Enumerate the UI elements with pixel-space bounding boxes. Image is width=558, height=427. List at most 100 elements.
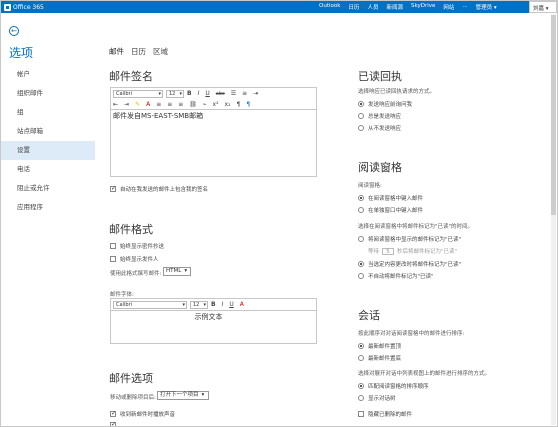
sidebar-item-groups[interactable]: 组 [1, 103, 95, 122]
compose-format-select[interactable]: HTML ▾ [163, 267, 191, 276]
show-tree-radio[interactable] [358, 395, 364, 401]
match-pane-radio[interactable] [358, 383, 364, 389]
options-page: Office 365 Outlook 日历 人员 新闻源 SkyDrive 网站… [0, 0, 558, 427]
newest-top-row[interactable]: 最新邮件置顶 [358, 342, 401, 350]
signature-editor[interactable]: 邮件发自MS-EAST-SMB邮箱 [110, 109, 317, 177]
indent-icon[interactable]: ⇥ [124, 101, 129, 108]
show-bcc-row[interactable]: 始终显示密件抄送 [110, 242, 164, 250]
indent-icon[interactable]: ⇥ [253, 90, 258, 97]
mark-displayed-radio[interactable] [358, 236, 364, 242]
office365-logo[interactable]: Office 365 [4, 3, 44, 11]
newest-bottom-radio[interactable] [358, 355, 364, 361]
nav-calendar[interactable]: 日历 [348, 3, 359, 11]
sidebar-item-settings[interactable]: 设置 [1, 141, 95, 160]
partial-checkbox[interactable] [110, 421, 116, 426]
show-bcc-checkbox[interactable] [110, 243, 116, 249]
hide-deleted-row[interactable]: 隐藏已删除的邮件 [358, 410, 412, 418]
play-sound-checkbox[interactable] [110, 410, 116, 417]
chevron-down-icon: ▾ [201, 392, 205, 398]
mark-change-radio[interactable] [358, 261, 364, 267]
play-sound-row[interactable]: 收到新邮件时播放声音 [110, 410, 175, 418]
signature-font-select[interactable]: Calibri [113, 89, 163, 98]
ltr-icon[interactable]: ¶ [236, 101, 240, 108]
bold-icon[interactable]: B [211, 301, 216, 308]
unlink-icon[interactable]: ⌁ [203, 101, 207, 108]
highlight-icon[interactable]: ✎ [135, 101, 140, 108]
nav-newsfeed[interactable]: 新闻源 [386, 3, 403, 11]
receipt-always-radio[interactable] [358, 113, 364, 119]
mark-never-radio[interactable] [358, 273, 364, 279]
nav-admin[interactable]: 管理员 ▾ [476, 3, 497, 11]
mark-displayed-row[interactable]: 将阅读窗格中显示的邮件标记为"已读" [358, 235, 461, 243]
receipt-never-row[interactable]: 从不发送响应 [358, 124, 401, 132]
after-move-select[interactable]: 打开下一个项目 ▾ [157, 391, 209, 400]
sidebar-item-apps[interactable]: 应用程序 [1, 198, 95, 217]
align-right-icon[interactable]: ≡ [178, 101, 183, 108]
mark-change-row[interactable]: 当选定内容更改时将邮件标记为"已读" [358, 260, 461, 268]
bold-icon[interactable]: B [187, 90, 192, 97]
sidebar-item-account[interactable]: 帐户 [1, 65, 95, 84]
mark-never-row[interactable]: 不自动将邮件标记为"已读" [358, 272, 434, 280]
pane-separate-radio[interactable] [358, 207, 364, 213]
newest-bottom-label: 最新邮件置底 [368, 356, 402, 362]
signature-size-select[interactable]: 12 [166, 89, 184, 98]
font-color-icon[interactable]: A [146, 101, 150, 108]
scrollbar-thumb[interactable] [551, 15, 556, 215]
receipt-always-row[interactable]: 总是发送响应 [358, 112, 401, 120]
settings-tabs: 邮件 日历 区域 [109, 46, 175, 57]
nav-outlook[interactable]: Outlook [319, 3, 340, 11]
sidebar-item-block-allow[interactable]: 阻止或允许 [1, 179, 95, 198]
sidebar-item-phone[interactable]: 电话 [1, 160, 95, 179]
wait-seconds-input[interactable]: 5 [382, 247, 395, 255]
tab-calendar[interactable]: 日历 [131, 46, 146, 57]
align-center-icon[interactable]: ≡ [167, 101, 172, 108]
rtl-icon[interactable]: ¶ [246, 101, 250, 108]
user-menu[interactable]: 刘嘉 ▾ [529, 1, 557, 13]
link-icon[interactable]: ⛓ [189, 101, 197, 108]
underline-icon[interactable]: U [229, 301, 233, 308]
show-from-checkbox[interactable] [110, 256, 116, 262]
numbered-list-icon[interactable]: ≡ [242, 90, 247, 97]
outdent-icon[interactable]: ⇤ [113, 101, 118, 108]
font-color-icon[interactable]: A [240, 301, 244, 308]
partial-checkbox-row[interactable] [110, 421, 120, 426]
newest-bottom-row[interactable]: 最新邮件置底 [358, 354, 401, 362]
mark-read-label: 选择在阅读窗格中将邮件标记为"已读"的时间。 [358, 224, 474, 230]
italic-icon[interactable]: I [222, 301, 224, 308]
receipt-ask-row[interactable]: 发送响应前询问我 [358, 100, 412, 108]
receipt-never-radio[interactable] [358, 125, 364, 131]
nav-people[interactable]: 人员 [367, 3, 378, 11]
sidebar-item-organize-mail[interactable]: 组织邮件 [1, 84, 95, 103]
tab-regional[interactable]: 区域 [153, 46, 168, 57]
message-font-select[interactable]: Calibri [113, 300, 187, 309]
signature-heading: 邮件签名 [109, 70, 153, 83]
newest-top-radio[interactable] [358, 343, 364, 349]
tab-mail[interactable]: 邮件 [109, 46, 124, 57]
nav-sites[interactable]: 网站 [443, 3, 454, 11]
auto-include-signature-row[interactable]: 自动在我发送的邮件上包含我的签名 [110, 185, 208, 193]
match-pane-row[interactable]: 匹配阅读窗格的排序顺序 [358, 382, 429, 390]
hide-deleted-checkbox[interactable] [358, 411, 364, 417]
show-tree-row[interactable]: 显示对话树 [358, 394, 396, 402]
strikethrough-icon[interactable]: abc [216, 91, 225, 97]
nav-skydrive[interactable]: SkyDrive [411, 3, 435, 11]
conv-expand-label: 选择对展开对话中列表视图上的邮件进行排序的方式。 [358, 371, 491, 377]
nav-more[interactable]: ... [462, 3, 467, 11]
underline-icon[interactable]: U [205, 90, 209, 97]
align-left-icon[interactable]: ≡ [156, 101, 161, 108]
receipt-ask-radio[interactable] [358, 101, 364, 107]
italic-icon[interactable]: I [198, 90, 200, 97]
back-arrow-icon[interactable]: ← [9, 26, 19, 36]
show-from-row[interactable]: 始终显示发件人 [110, 255, 159, 263]
message-size-select[interactable]: 12 [190, 300, 208, 309]
bullet-list-icon[interactable]: ☰ [231, 90, 236, 97]
superscript-icon[interactable]: x² [213, 101, 219, 108]
wait-suffix: 秒后将邮件标记为"已读" [397, 249, 458, 255]
auto-include-checkbox[interactable] [110, 185, 116, 192]
reading-pane-heading: 阅读窗格 [358, 161, 402, 174]
pane-separate-row[interactable]: 在单独窗口中键入邮件 [358, 206, 423, 214]
pane-inline-row[interactable]: 在阅读窗格中键入邮件 [358, 194, 423, 202]
subscript-icon[interactable]: x₂ [225, 101, 231, 108]
pane-inline-radio[interactable] [358, 195, 364, 201]
sidebar-item-site-mailboxes[interactable]: 站点邮箱 [1, 122, 95, 141]
